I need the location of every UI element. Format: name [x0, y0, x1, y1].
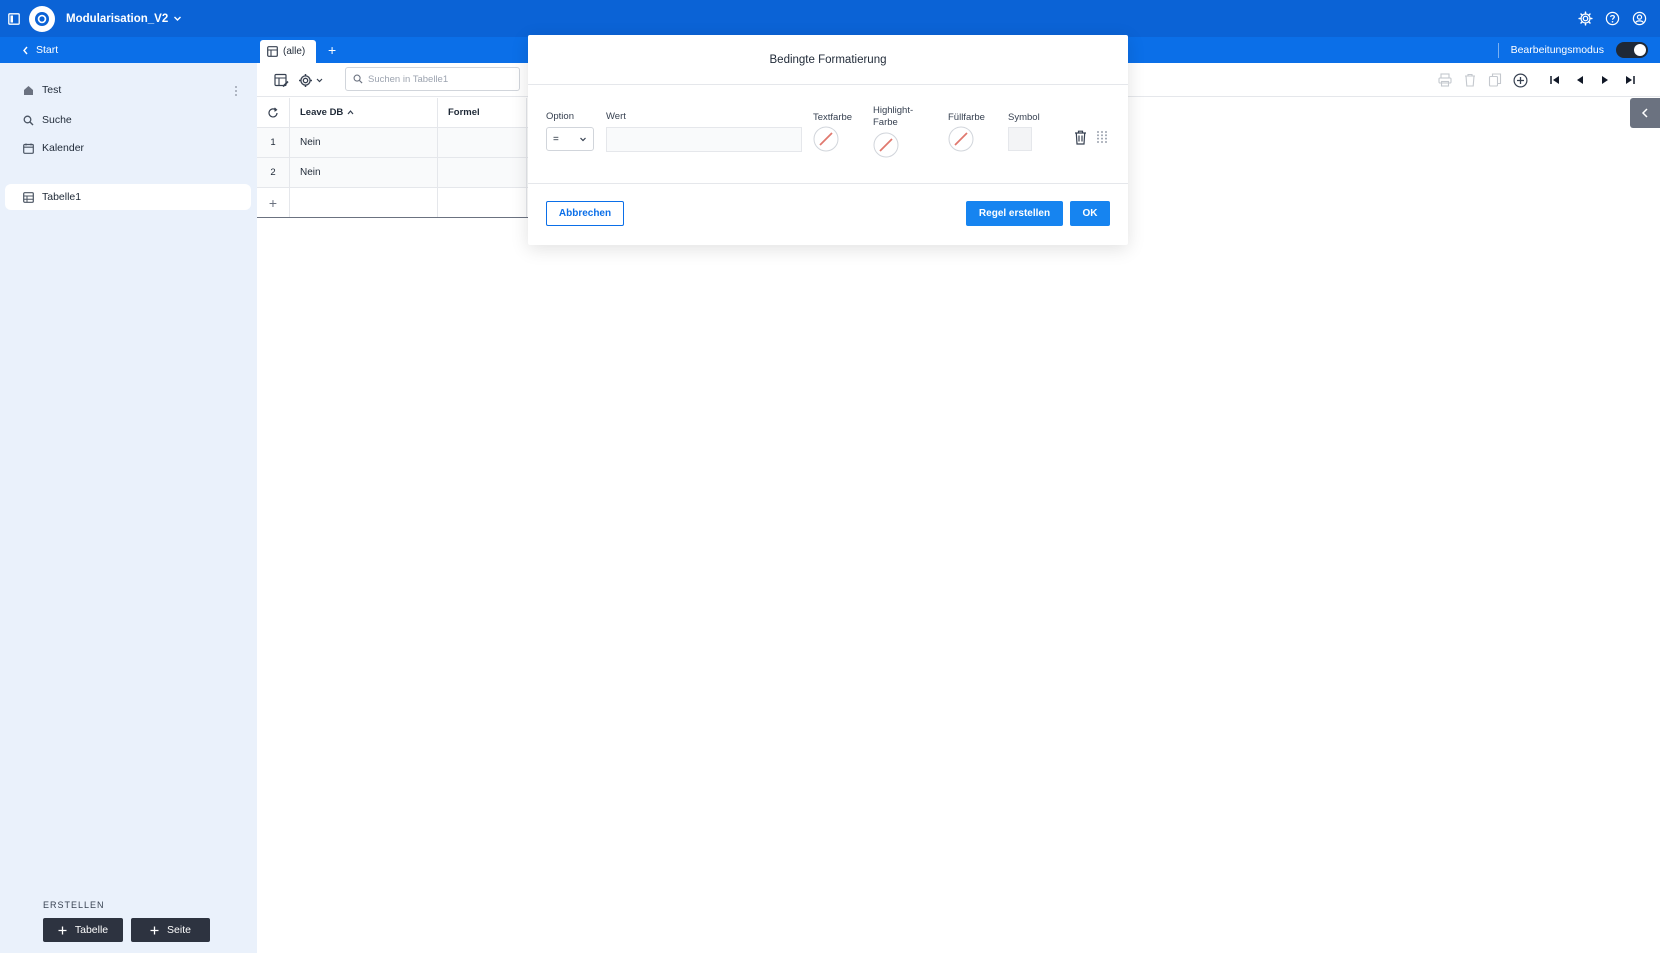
- conditional-formatting-dialog: Bedingte Formatierung Option Wert Textfa…: [528, 35, 1128, 245]
- collapse-panel-button[interactable]: [1630, 98, 1660, 128]
- plus-icon: [58, 926, 67, 935]
- sidebar-item-label: Tabelle1: [42, 191, 82, 203]
- option-selected-value: =: [553, 133, 559, 145]
- sidebar-item-label: Suche: [42, 114, 72, 126]
- table-search-field[interactable]: [345, 67, 520, 91]
- table-cell[interactable]: [438, 128, 527, 157]
- drag-handle-icon[interactable]: [1094, 129, 1110, 145]
- edit-mode-control: Bearbeitungsmodus: [1497, 37, 1648, 63]
- symbol-label: Symbol: [1008, 112, 1040, 123]
- top-bar: Modularisation_V2: [0, 0, 1660, 37]
- app-logo[interactable]: [29, 5, 55, 32]
- column-header-formel[interactable]: Formel: [438, 98, 527, 127]
- table-cell[interactable]: Nein: [290, 128, 438, 157]
- table-row[interactable]: 1 Nein T: [257, 128, 547, 158]
- more-options-icon[interactable]: [234, 85, 238, 97]
- last-record-icon[interactable]: [1622, 72, 1638, 88]
- highlight-color-label: Highlight-Farbe: [873, 105, 914, 128]
- account-icon[interactable]: [1630, 10, 1648, 28]
- plus-icon: [150, 926, 159, 935]
- refresh-icon[interactable]: [257, 98, 290, 127]
- value-input[interactable]: [606, 127, 802, 152]
- add-view-button[interactable]: +: [328, 37, 336, 63]
- sidebar-item-search[interactable]: Suche: [23, 111, 72, 129]
- add-row[interactable]: +: [257, 188, 547, 218]
- edit-table-icon[interactable]: [273, 72, 289, 88]
- view-tab-label: (alle): [283, 46, 306, 57]
- add-record-icon[interactable]: [1512, 72, 1528, 88]
- app-title[interactable]: Modularisation_V2: [66, 13, 182, 25]
- back-to-start-link[interactable]: Start: [22, 37, 58, 63]
- edit-mode-toggle[interactable]: [1616, 42, 1648, 58]
- sidebar-item-calendar[interactable]: Kalender: [23, 139, 84, 157]
- first-record-icon[interactable]: [1547, 72, 1563, 88]
- sidebar: Test Suche Kalender Tabelle1 ERSTELLEN T…: [0, 63, 257, 953]
- option-label: Option: [546, 111, 574, 122]
- row-number: 1: [257, 128, 290, 157]
- dialog-title: Bedingte Formatierung: [528, 35, 1128, 85]
- text-color-picker[interactable]: [813, 126, 839, 152]
- add-row-button[interactable]: +: [257, 188, 290, 217]
- print-icon[interactable]: [1437, 72, 1453, 88]
- search-icon: [23, 115, 34, 126]
- column-header-label: Formel: [448, 107, 480, 118]
- next-record-icon[interactable]: [1597, 72, 1613, 88]
- table-row[interactable]: 2 Nein T: [257, 158, 547, 188]
- column-header-label: Leave DB: [300, 107, 344, 118]
- chevron-down-icon: [579, 135, 587, 143]
- sidebar-item-label: Test: [42, 84, 62, 96]
- sidebar-item-label: Kalender: [42, 142, 85, 154]
- row-number: 2: [257, 158, 290, 187]
- search-icon: [353, 74, 363, 84]
- option-select[interactable]: =: [546, 127, 594, 151]
- settings-icon[interactable]: [1576, 10, 1594, 28]
- create-rule-button[interactable]: Regel erstellen: [966, 201, 1063, 226]
- fill-color-picker[interactable]: [948, 126, 974, 152]
- table-header-row: Leave DB Formel T: [257, 98, 547, 128]
- back-label: Start: [36, 44, 59, 56]
- view-tab-all[interactable]: (alle): [260, 40, 316, 63]
- text-color-label: Textfarbe: [813, 112, 853, 123]
- table-icon: [267, 46, 278, 57]
- table-settings-icon[interactable]: [298, 72, 326, 88]
- sidebar-item-tabelle1[interactable]: Tabelle1: [5, 184, 251, 210]
- chevron-down-icon: [173, 14, 182, 23]
- table-cell[interactable]: [438, 158, 527, 187]
- duplicate-record-icon[interactable]: [1487, 72, 1503, 88]
- symbol-picker[interactable]: [1008, 127, 1032, 151]
- highlight-color-picker[interactable]: [873, 132, 899, 158]
- table-cell: [290, 188, 438, 217]
- create-page-button[interactable]: Seite: [131, 918, 210, 942]
- edit-mode-label: Bearbeitungsmodus: [1510, 44, 1604, 56]
- table-icon: [23, 191, 34, 203]
- previous-record-icon[interactable]: [1572, 72, 1588, 88]
- table-search-input[interactable]: [368, 73, 508, 85]
- help-icon[interactable]: [1603, 10, 1621, 28]
- data-table: Leave DB Formel T 1 Nein T 2 Nein T +: [257, 98, 547, 218]
- create-table-button[interactable]: Tabelle: [43, 918, 123, 942]
- column-header-leave-db[interactable]: Leave DB: [290, 98, 438, 127]
- chevron-left-icon: [1641, 108, 1649, 118]
- divider: [1497, 42, 1499, 58]
- create-section-label: ERSTELLEN: [43, 900, 105, 910]
- table-cell[interactable]: Nein: [290, 158, 438, 187]
- create-page-label: Seite: [167, 924, 191, 936]
- sidebar-item-test[interactable]: Test: [23, 81, 61, 99]
- trash-icon[interactable]: [1072, 129, 1088, 145]
- toggle-knob: [1634, 44, 1646, 56]
- sort-ascending-icon: [347, 109, 354, 116]
- chevron-left-icon: [22, 46, 29, 55]
- value-label: Wert: [606, 111, 626, 122]
- create-table-label: Tabelle: [74, 924, 109, 936]
- cancel-button[interactable]: Abbrechen: [546, 201, 624, 226]
- delete-record-icon[interactable]: [1462, 72, 1478, 88]
- ok-button[interactable]: OK: [1070, 201, 1110, 226]
- calendar-icon: [23, 143, 34, 154]
- table-cell: [438, 188, 527, 217]
- fill-color-label: Füllfarbe: [948, 112, 985, 123]
- app-title-text: Modularisation_V2: [66, 12, 169, 25]
- home-icon: [23, 85, 34, 96]
- dialog-footer-divider: [528, 183, 1128, 184]
- sidebar-toggle-icon[interactable]: [0, 0, 28, 37]
